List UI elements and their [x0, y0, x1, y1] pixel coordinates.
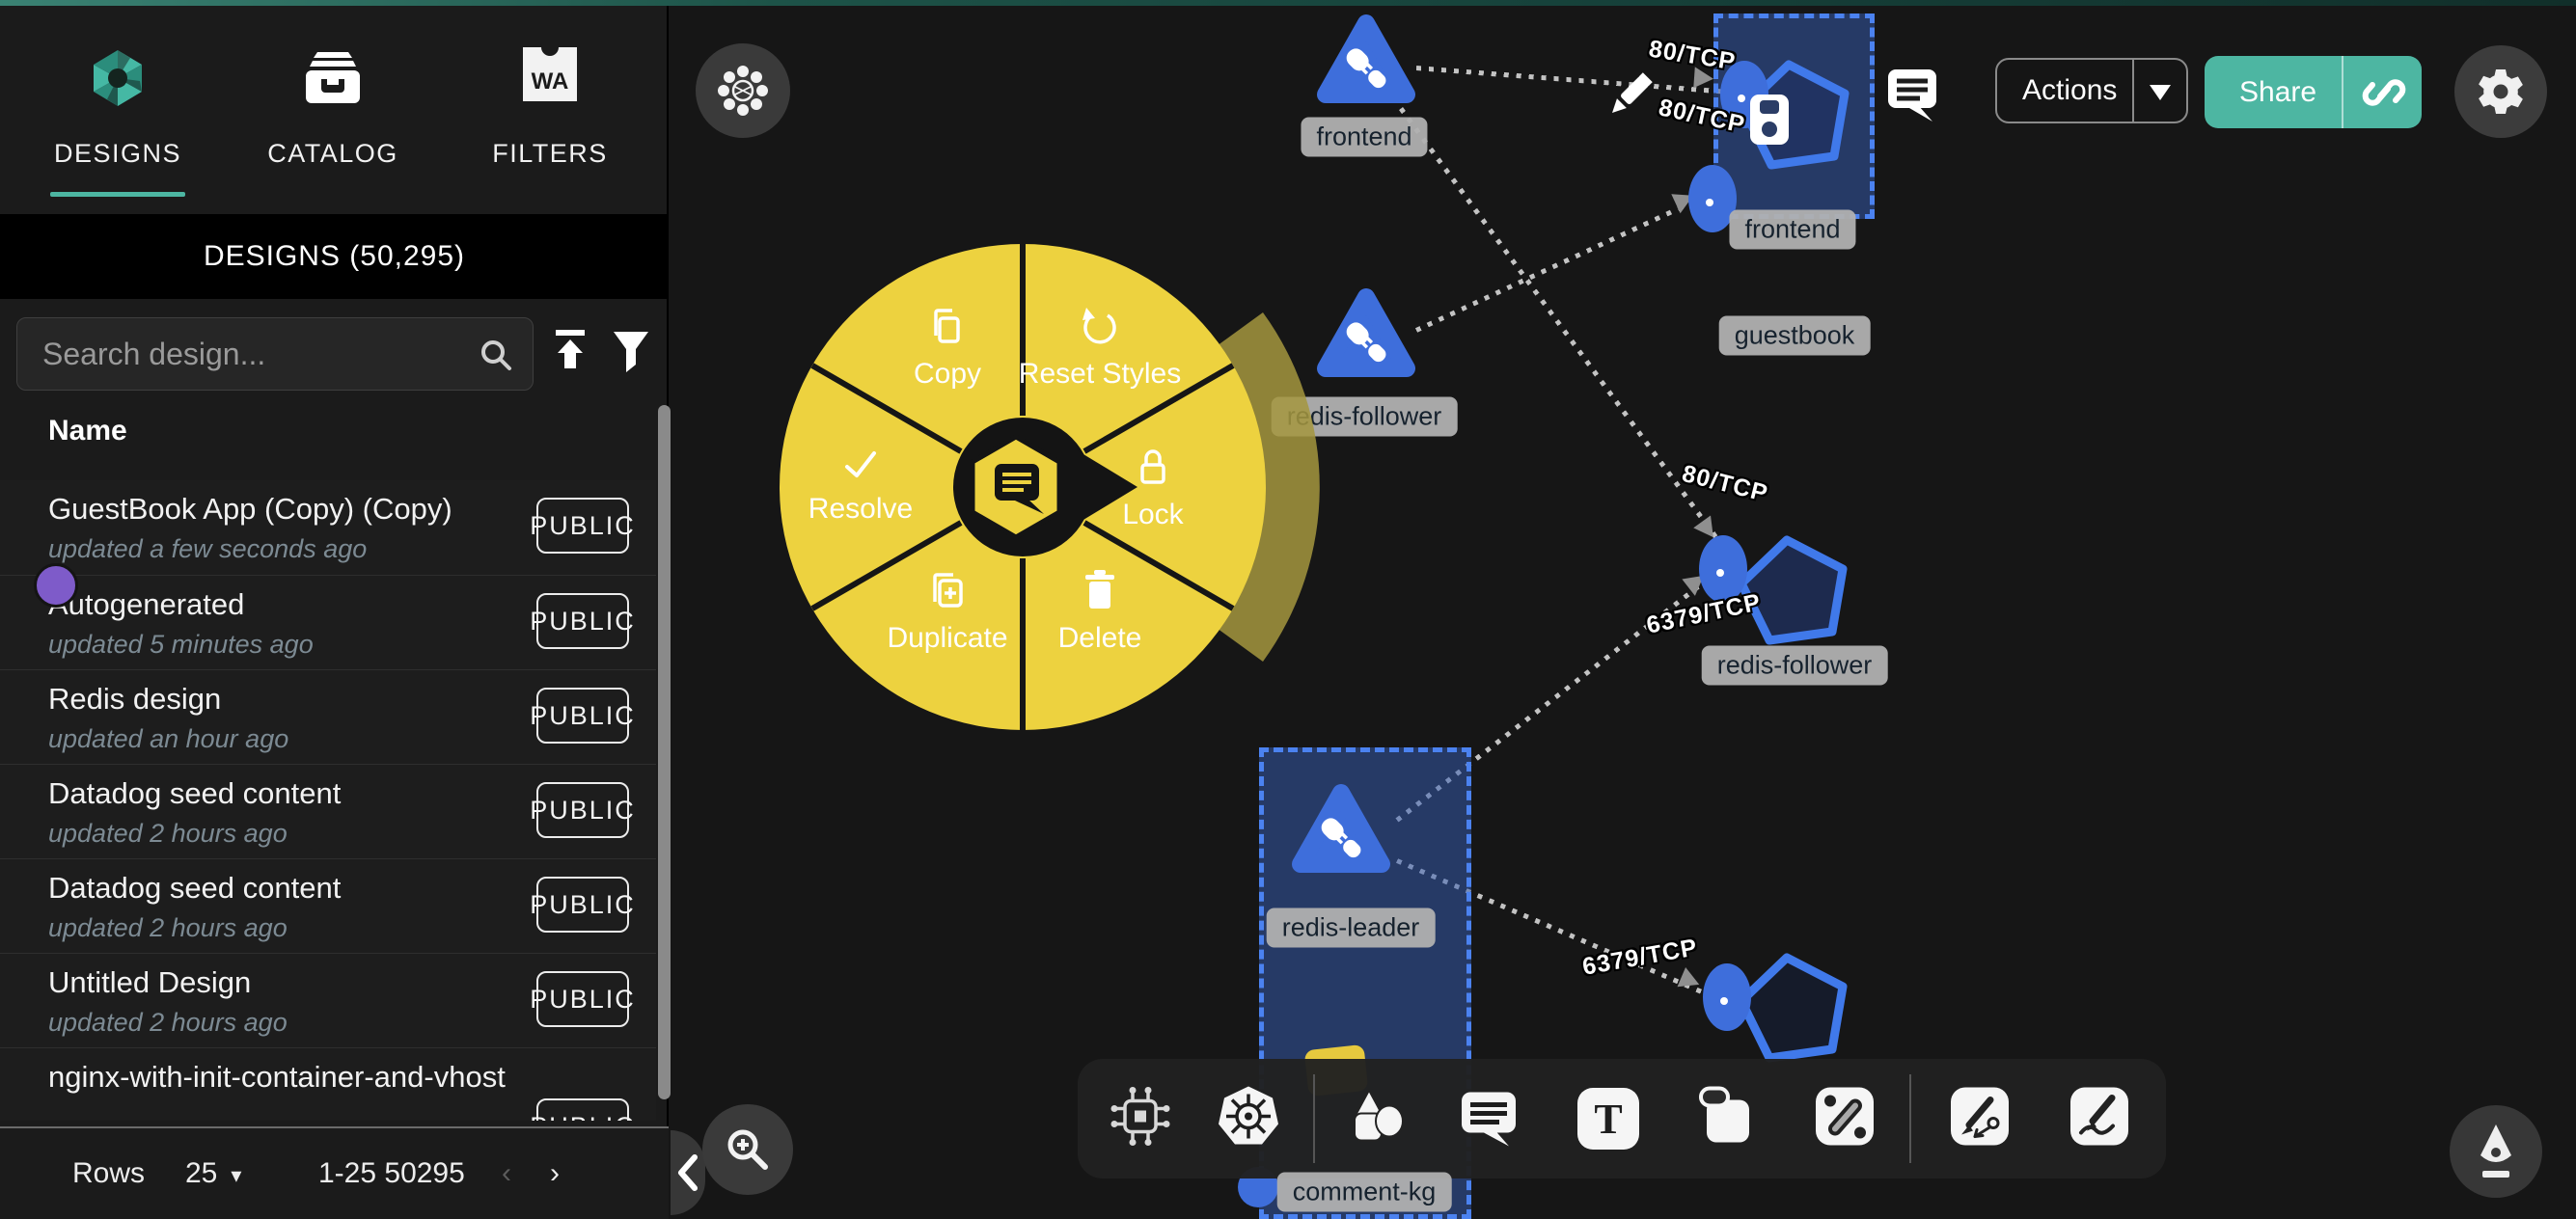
column-header-name: Name [48, 415, 127, 447]
radial-item-reset-styles[interactable]: Reset Styles [1003, 307, 1196, 391]
prev-page-icon[interactable]: ‹ [502, 1159, 511, 1188]
save-floppy-icon [1748, 93, 1791, 151]
design-row[interactable]: Datadog seed content updated 2 hours ago… [0, 764, 656, 858]
rows-per-page-caret-icon: ▾ [231, 1163, 241, 1187]
comment-tool-icon[interactable] [1457, 1085, 1521, 1153]
share-button[interactable]: Share [2205, 56, 2422, 128]
sidebar-scrollbar[interactable] [658, 405, 671, 1099]
tab-filters[interactable]: WA FILTERS [453, 6, 646, 214]
label-comment-kg[interactable]: comment-kg [1277, 1173, 1452, 1212]
share-label: Share [2239, 76, 2316, 109]
filter-funnel-icon[interactable] [610, 326, 652, 385]
sidebar-tabs: DESIGNS CATALOG [0, 6, 667, 214]
actions-label: Actions [1997, 74, 2117, 107]
pen-tool-button[interactable] [2450, 1105, 2542, 1198]
sidebar-collapse-handle[interactable] [671, 1130, 705, 1215]
designs-pinwheel-icon [86, 46, 150, 115]
rows-label: Rows [72, 1157, 145, 1190]
search-input[interactable] [42, 318, 467, 390]
pagination-footer: Rows 25▾ 1-25 50295 ‹ › [0, 1126, 669, 1219]
gear-icon [2475, 66, 2527, 118]
wasm-filters-icon: WA [520, 44, 580, 109]
design-row[interactable]: nginx-with-init-container-and-vhost PUBL… [0, 1047, 656, 1121]
designs-panel-title: DESIGNS (50,295) [0, 214, 669, 299]
design-row[interactable]: GuestBook App (Copy) (Copy) updated a fe… [0, 480, 656, 575]
zoom-in-button[interactable] [702, 1104, 793, 1195]
visibility-badge: PUBLIC [536, 688, 629, 744]
text-tool-icon[interactable]: T [1577, 1088, 1639, 1150]
edge-frontend-guestbook[interactable] [1416, 66, 1722, 94]
port-circle[interactable] [1700, 961, 1754, 1039]
design-row[interactable]: Untitled Design updated 2 hours ago PUBL… [0, 953, 656, 1047]
share-divider [2342, 56, 2343, 128]
actions-button[interactable]: Actions [1995, 58, 2188, 123]
design-list: GuestBook App (Copy) (Copy) updated a fe… [0, 480, 656, 1121]
visibility-badge: PUBLIC [536, 971, 629, 1027]
tab-catalog[interactable]: CATALOG [236, 6, 429, 214]
zoom-in-icon [722, 1124, 774, 1176]
toolbar-divider [1909, 1074, 1911, 1163]
toolbar-divider [1313, 1074, 1315, 1163]
visibility-badge: PUBLIC [536, 782, 629, 838]
search-icon[interactable] [477, 336, 515, 379]
catalog-archive-icon [298, 46, 368, 115]
collaborator-avatar [34, 563, 78, 608]
tab-filters-label: FILTERS [492, 139, 608, 169]
note-tool-icon[interactable] [1695, 1085, 1759, 1153]
label-redis-follower-service[interactable]: redis-follower [1702, 646, 1888, 686]
radial-item-lock[interactable]: Lock [1056, 446, 1249, 531]
visibility-badge: PUBLIC [536, 498, 629, 554]
wasm-icon-text: WA [532, 68, 569, 95]
tab-designs-label: DESIGNS [54, 139, 181, 169]
actions-dropdown-caret-icon[interactable] [2150, 85, 2171, 100]
kubernetes-icon[interactable] [1216, 1085, 1281, 1153]
pen-arrow-tool-icon[interactable] [1948, 1085, 2012, 1153]
radial-item-delete[interactable]: Delete [1003, 569, 1196, 655]
node-frontend-deployment[interactable] [1308, 8, 1424, 121]
window-top-accent [0, 0, 2576, 6]
pencil-draw-tool-icon[interactable] [2068, 1085, 2131, 1153]
next-page-icon[interactable]: › [550, 1159, 560, 1188]
app-window: DESIGNS CATALOG [0, 0, 2576, 1219]
tab-designs[interactable]: DESIGNS [21, 6, 214, 214]
visibility-badge: PUBLIC [536, 1098, 629, 1121]
settings-button[interactable] [2454, 45, 2547, 138]
search-box [16, 317, 534, 391]
sidebar: DESIGNS CATALOG [0, 0, 669, 1219]
design-row[interactable]: Redis design updated an hour ago PUBLIC [0, 669, 656, 764]
radial-item-resolve[interactable]: Resolve [764, 446, 957, 526]
design-row[interactable]: Autogenerated updated 5 minutes ago PUBL… [0, 575, 656, 669]
comment-bubble-icon[interactable] [1886, 66, 1940, 128]
edit-pencil-icon[interactable] [1602, 69, 1656, 128]
label-redis-leader[interactable]: redis-leader [1267, 908, 1436, 948]
design-row[interactable]: Datadog seed content updated 2 hours ago… [0, 858, 656, 953]
mesh-flower-icon [718, 66, 768, 116]
label-guestbook-group[interactable]: guestbook [1719, 316, 1871, 356]
copy-link-icon[interactable] [2361, 69, 2407, 121]
visibility-badge: PUBLIC [536, 877, 629, 933]
pagination-range: 1-25 50295 [318, 1157, 465, 1190]
actions-divider [2132, 60, 2134, 122]
search-row [0, 307, 669, 403]
label-frontend-deployment[interactable]: frontend [1301, 118, 1427, 157]
chip-components-icon[interactable] [1109, 1085, 1172, 1153]
canvas-toolbar: T [1078, 1059, 2166, 1178]
chain-link-tool-icon[interactable] [1813, 1085, 1877, 1153]
label-frontend-service[interactable]: frontend [1729, 210, 1855, 250]
upload-design-icon[interactable] [552, 326, 589, 385]
mesh-sync-button[interactable] [696, 43, 790, 138]
shapes-tool-icon[interactable] [1345, 1085, 1409, 1153]
visibility-badge: PUBLIC [536, 593, 629, 649]
rows-per-page-select[interactable]: 25▾ [185, 1157, 241, 1190]
edge-frontend-redisfollower[interactable] [1399, 107, 1727, 552]
tab-catalog-label: CATALOG [267, 139, 398, 169]
pen-nib-icon [2471, 1123, 2521, 1180]
active-tab-underline [50, 192, 185, 197]
